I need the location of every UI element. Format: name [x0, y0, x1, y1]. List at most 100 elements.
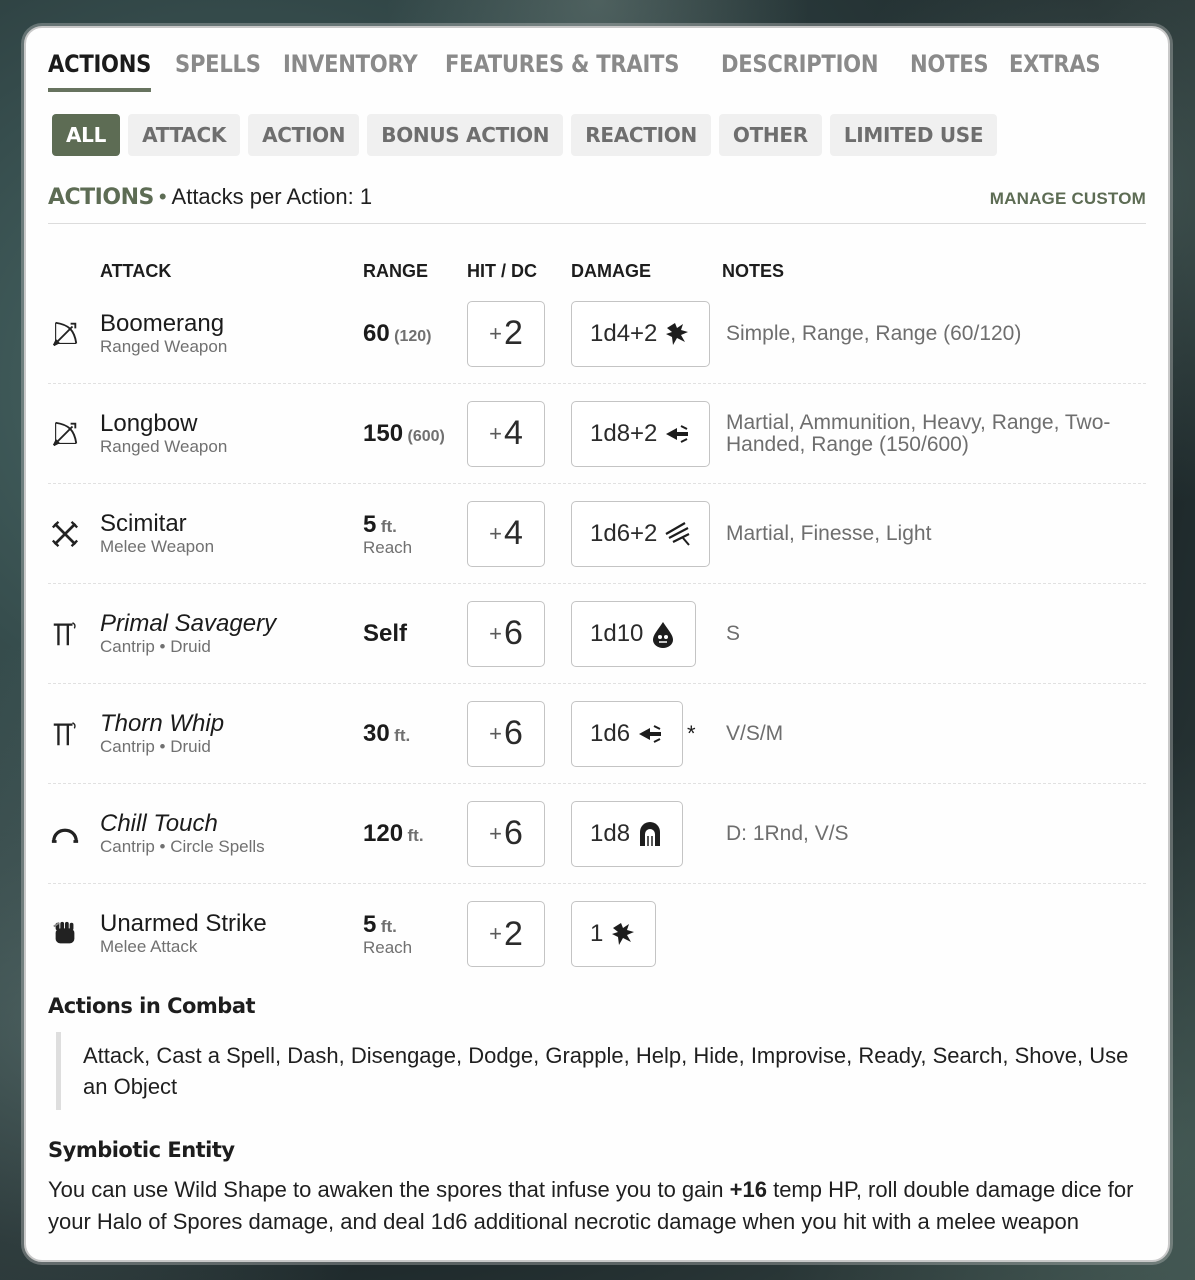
attack-notes: Martial, Finesse, Light	[726, 521, 932, 545]
attack-notes: V/S/M	[726, 721, 784, 745]
actions-in-combat-heading: Actions in Combat	[48, 994, 256, 1018]
piercing-icon	[636, 720, 664, 748]
range-long-value: (600)	[407, 427, 445, 445]
attack-row[interactable]: Thorn Whip Cantrip • Druid 30 ft. +6 1d6 * V/S…	[48, 684, 1146, 784]
tab-inventory[interactable]: INVENTORY	[283, 50, 418, 92]
combat-action-ready[interactable]: Ready	[858, 1043, 932, 1068]
attack-row[interactable]: Chill Touch Cantrip • Circle Spells 120 ft…	[48, 784, 1146, 884]
tab-actions[interactable]: ACTIONS	[48, 50, 151, 92]
attack-type: Ranged Weapon	[100, 336, 228, 356]
attack-name-cell[interactable]: Boomerang Ranged Weapon	[100, 310, 363, 357]
damage-value: 1d6+2	[590, 519, 658, 547]
attack-name[interactable]: Chill Touch	[100, 810, 363, 837]
hit-sign: +	[489, 420, 502, 446]
attack-name-cell[interactable]: Thorn Whip Cantrip • Druid	[100, 710, 363, 757]
attack-range: Self	[363, 620, 467, 648]
attack-name[interactable]: Unarmed Strike	[100, 911, 363, 937]
damage-value: 1	[590, 920, 604, 947]
range-value: 30	[363, 719, 390, 747]
to-hit-button[interactable]: +2	[467, 901, 545, 967]
damage-button[interactable]: 1d6+2	[571, 500, 711, 567]
combat-action-hide[interactable]: Hide	[693, 1043, 750, 1068]
attack-name-cell[interactable]: Scimitar Melee Weapon	[100, 510, 363, 557]
damage-button[interactable]: 1	[571, 901, 657, 967]
filter-all[interactable]: ALL	[52, 114, 121, 156]
symbiotic-text-start: You can use Wild Shape to awaken the spo…	[48, 1177, 730, 1202]
unarmed-icon	[48, 919, 100, 949]
attack-name[interactable]: Thorn Whip	[100, 710, 363, 737]
attack-notes: D: 1Rnd, V/S	[726, 821, 849, 845]
filter-action[interactable]: ACTION	[248, 114, 360, 156]
filter-attack[interactable]: ATTACK	[128, 114, 241, 156]
necrotic-icon	[636, 820, 664, 848]
attack-row[interactable]: Primal Savagery Cantrip • Druid Self +6 1d10…	[48, 584, 1146, 684]
combat-action-grapple[interactable]: Grapple	[545, 1043, 636, 1068]
filter-reaction[interactable]: REACTION	[571, 114, 711, 156]
circle-spell-icon	[48, 819, 100, 849]
tab-notes[interactable]: NOTES	[910, 50, 989, 92]
damage-cell: 1d6 *	[571, 700, 722, 767]
to-hit-button[interactable]: +6	[467, 600, 545, 667]
hit-cell: +4	[467, 500, 571, 567]
to-hit-button[interactable]: +4	[467, 400, 545, 467]
attack-name-cell[interactable]: Unarmed Strike Melee Attack	[100, 911, 363, 957]
hit-value: 4	[503, 414, 523, 452]
attack-name[interactable]: Primal Savagery	[100, 610, 363, 637]
attack-row[interactable]: Scimitar Melee Weapon 5 ft. Reach +4 1d6+2 Mar…	[48, 484, 1146, 584]
combat-action-shove[interactable]: Shove	[1015, 1043, 1090, 1068]
damage-button[interactable]: 1d6	[571, 700, 684, 767]
combat-action-search[interactable]: Search	[933, 1043, 1015, 1068]
to-hit-button[interactable]: +2	[467, 300, 545, 367]
to-hit-button[interactable]: +4	[467, 500, 545, 567]
attack-name[interactable]: Scimitar	[100, 510, 363, 537]
filter-other[interactable]: OTHER	[718, 114, 822, 156]
attack-range: 120 ft.	[363, 820, 467, 848]
combat-action-attack[interactable]: Attack	[83, 1043, 156, 1068]
tab-description[interactable]: DESCRIPTION	[721, 50, 879, 92]
symbiotic-entity-heading: Symbiotic Entity	[48, 1138, 235, 1162]
range-value: 60	[363, 319, 390, 347]
damage-button[interactable]: 1d4+2	[571, 300, 711, 367]
hit-value: 2	[503, 314, 523, 352]
attack-type: Ranged Weapon	[100, 436, 228, 456]
attack-row[interactable]: Unarmed Strike Melee Attack 5 ft. Reach +2 1	[48, 884, 1146, 984]
attack-name[interactable]: Longbow	[100, 410, 363, 437]
attack-name-cell[interactable]: Primal Savagery Cantrip • Druid	[100, 610, 363, 657]
damage-button[interactable]: 1d10	[571, 600, 697, 667]
attack-name[interactable]: Boomerang	[100, 310, 363, 337]
damage-cell: 1d4+2	[571, 300, 722, 367]
combat-action-dash[interactable]: Dash	[287, 1043, 351, 1068]
column-notes: NOTES	[722, 261, 785, 281]
attack-row[interactable]: Boomerang Ranged Weapon 60 (120) +2 1d4+2 Sim…	[48, 284, 1146, 384]
table-header: ATTACK RANGE HIT / DC DAMAGE NOTES	[48, 238, 1146, 284]
range-value: Self	[363, 619, 408, 647]
combat-action-help[interactable]: Help	[636, 1043, 693, 1068]
hit-sign: +	[489, 720, 502, 746]
hit-value: 4	[503, 514, 523, 552]
attack-name-cell[interactable]: Chill Touch Cantrip • Circle Spells	[100, 810, 363, 857]
attacks-per-action: Attacks per Action: 1	[171, 184, 373, 209]
filter-limited-use[interactable]: LIMITED USE	[829, 114, 998, 156]
combat-action-improvise[interactable]: Improvise	[751, 1043, 859, 1068]
range-reach: Reach	[363, 537, 413, 557]
damage-button[interactable]: 1d8	[571, 800, 684, 867]
filter-bonus-action[interactable]: BONUS ACTION	[367, 114, 564, 156]
attack-row[interactable]: Longbow Ranged Weapon 150 (600) +4 1d8+2 Mart…	[48, 384, 1146, 484]
combat-action-disengage[interactable]: Disengage	[351, 1043, 468, 1068]
attack-name-cell[interactable]: Longbow Ranged Weapon	[100, 410, 363, 457]
damage-cell: 1	[571, 901, 722, 967]
tab-spells[interactable]: SPELLS	[175, 50, 261, 92]
filter-tabs: ALL ATTACK ACTION BONUS ACTION REACTION OTHER…	[48, 114, 1146, 156]
damage-button[interactable]: 1d8+2	[571, 400, 711, 467]
range-long-value: (120)	[394, 327, 432, 345]
combat-action-dodge[interactable]: Dodge	[468, 1043, 545, 1068]
ranged-weapon-icon	[48, 319, 100, 349]
combat-action-cast-a-spell[interactable]: Cast a Spell	[156, 1043, 287, 1068]
to-hit-button[interactable]: +6	[467, 800, 545, 867]
manage-custom-button[interactable]: MANAGE CUSTOM	[990, 189, 1146, 209]
tab-features-traits[interactable]: FEATURES & TRAITS	[445, 50, 679, 92]
hit-sign: +	[489, 320, 502, 346]
tab-extras[interactable]: EXTRAS	[1009, 50, 1101, 92]
melee-weapon-icon	[48, 519, 100, 549]
to-hit-button[interactable]: +6	[467, 700, 545, 767]
